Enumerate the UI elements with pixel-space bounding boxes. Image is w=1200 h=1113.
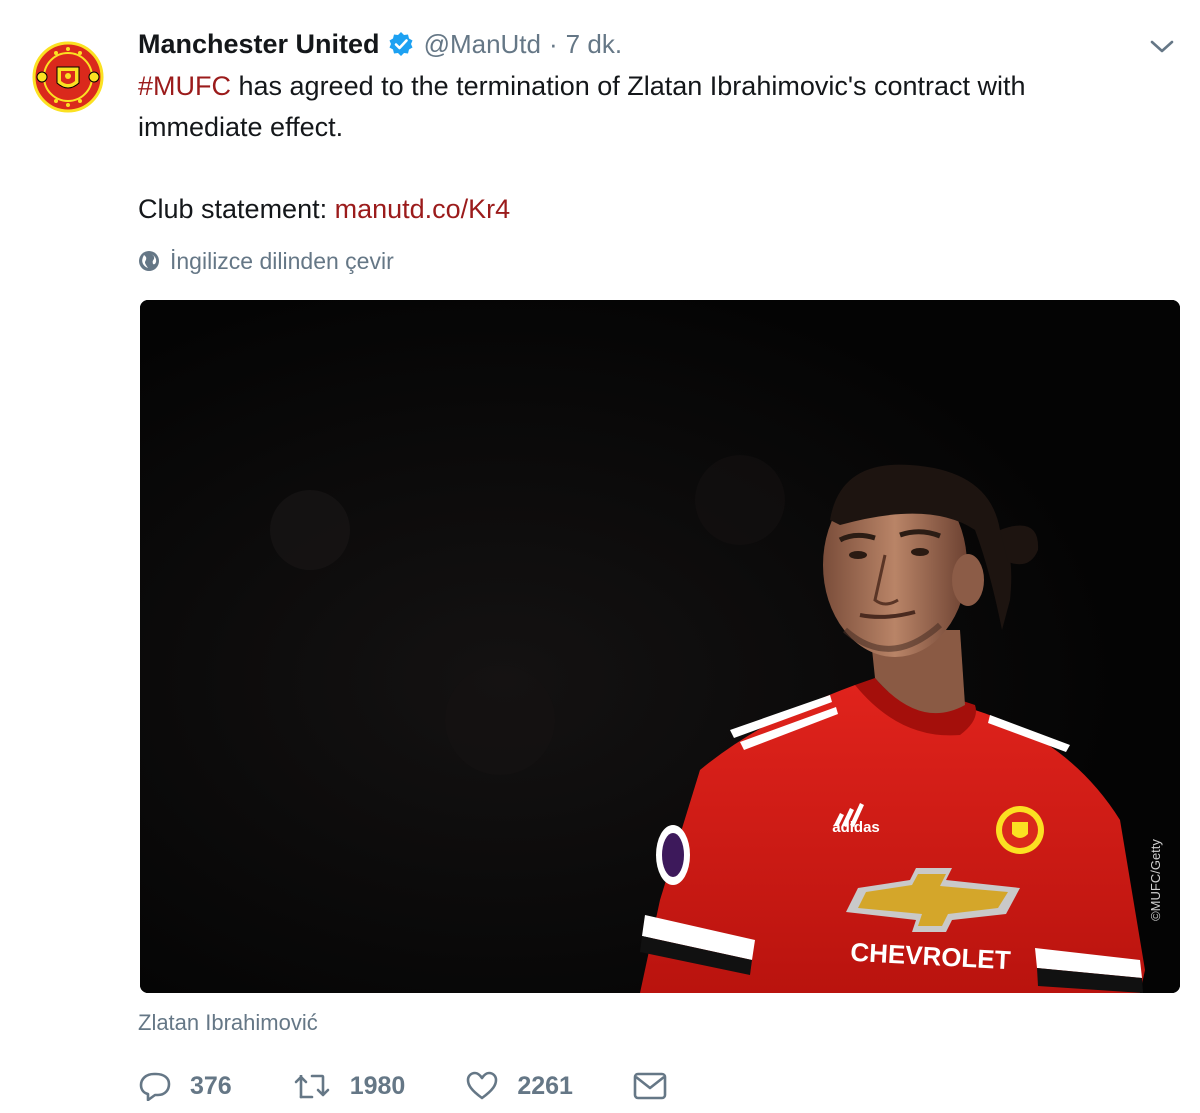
chevron-down-icon[interactable] xyxy=(1148,36,1176,58)
timestamp[interactable]: 7 dk. xyxy=(566,29,622,60)
tweet-text-line-1: #MUFC has agreed to the termination of Z… xyxy=(138,66,1138,107)
envelope-icon xyxy=(633,1071,667,1101)
direct-message-button[interactable] xyxy=(633,1071,667,1101)
translate-tweet-button[interactable]: İngilizce dilinden çevir xyxy=(138,246,394,276)
avatar[interactable] xyxy=(28,37,108,117)
shirt-crest-logo xyxy=(996,806,1044,854)
like-count: 2261 xyxy=(517,1071,573,1100)
retweet-count: 1980 xyxy=(349,1071,406,1100)
retweet-button[interactable]: 1980 xyxy=(292,1071,406,1101)
tweet-actions: 376 1980 2261 xyxy=(138,1062,727,1110)
statement-link[interactable]: manutd.co/Kr4 xyxy=(335,194,511,224)
tweet-text: #MUFC has agreed to the termination of Z… xyxy=(138,66,1138,230)
tweet-header: Manchester United @ManUtd · 7 dk. xyxy=(138,26,622,62)
photo-credit: ©MUFC/Getty xyxy=(1148,839,1163,921)
reply-icon xyxy=(138,1071,172,1101)
club-crest-logo xyxy=(28,37,108,117)
translate-label: İngilizce dilinden çevir xyxy=(170,247,394,274)
reply-count: 376 xyxy=(190,1071,232,1100)
tweet-text-line-2: immediate effect. xyxy=(138,112,344,142)
globe-icon xyxy=(138,250,160,272)
tweet: Manchester United @ManUtd · 7 dk. #MUFC … xyxy=(0,0,1200,1113)
adidas-text: adidas xyxy=(832,819,880,836)
tweet-text-rest: has agreed to the termination of Zlatan … xyxy=(231,71,1026,101)
player-photo: adidas CHEVROLET ©MUFC/Getty xyxy=(140,300,1180,993)
reply-button[interactable]: 376 xyxy=(138,1071,232,1101)
heart-icon xyxy=(465,1071,499,1101)
hashtag-link[interactable]: #MUFC xyxy=(138,71,231,101)
statement-label: Club statement: xyxy=(138,194,335,224)
tweet-text-line-3: Club statement: manutd.co/Kr4 xyxy=(138,189,1138,230)
photo-caption: Zlatan Ibrahimović xyxy=(138,1010,318,1035)
like-button[interactable]: 2261 xyxy=(465,1071,573,1101)
display-name[interactable]: Manchester United xyxy=(138,29,380,60)
user-handle[interactable]: @ManUtd xyxy=(424,29,541,60)
verified-badge-icon xyxy=(388,31,414,57)
tweet-photo[interactable]: adidas CHEVROLET ©MUFC/Getty xyxy=(140,300,1180,993)
retweet-icon xyxy=(292,1071,332,1101)
separator: · xyxy=(549,28,558,59)
